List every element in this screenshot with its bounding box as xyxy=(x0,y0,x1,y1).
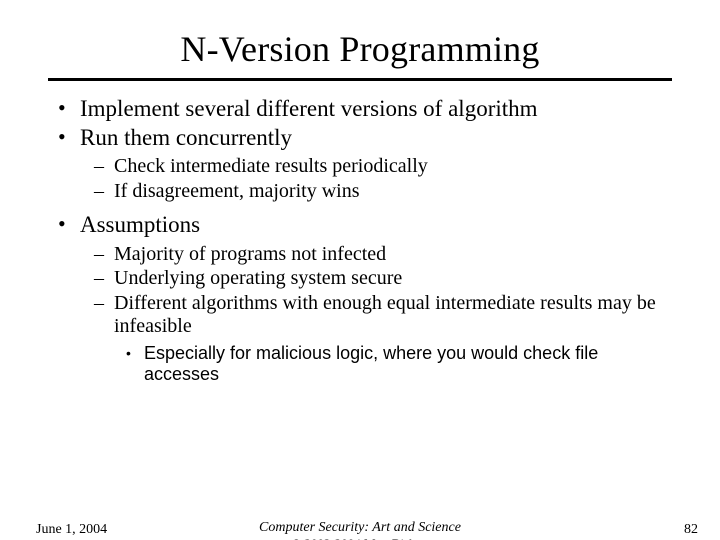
bullet-text: Check intermediate results periodically xyxy=(114,155,428,177)
bullet-level1: Implement several different versions of … xyxy=(36,95,684,122)
bullet-level2: Check intermediate results periodically xyxy=(36,155,684,179)
sub-bullet-group: Majority of programs not infected Underl… xyxy=(36,243,684,386)
bullet-level2: If disagreement, majority wins xyxy=(36,180,684,204)
footer-copyright: © 2002-2004 Matt Bishop xyxy=(0,536,720,540)
title-underline xyxy=(48,78,672,81)
slide-body: Implement several different versions of … xyxy=(36,95,684,385)
subsub-bullet-group: Especially for malicious logic, where yo… xyxy=(36,343,684,385)
bullet-text: Especially for malicious logic, where yo… xyxy=(144,343,598,384)
slide: N-Version Programming Implement several … xyxy=(0,28,720,540)
bullet-text: Implement several different versions of … xyxy=(80,96,538,121)
footer-book-title: Computer Security: Art and Science xyxy=(0,520,720,536)
footer-center: Computer Security: Art and Science © 200… xyxy=(0,520,720,540)
bullet-text: Different algorithms with enough equal i… xyxy=(114,292,656,338)
sub-bullet-group: Check intermediate results periodically … xyxy=(36,155,684,203)
bullet-level3: Especially for malicious logic, where yo… xyxy=(36,343,684,385)
footer-page-number: 82 xyxy=(684,522,698,538)
bullet-level2: Majority of programs not infected xyxy=(36,243,684,267)
bullet-level2: Different algorithms with enough equal i… xyxy=(36,292,684,339)
bullet-text: Run them concurrently xyxy=(80,125,292,150)
bullet-text: Underlying operating system secure xyxy=(114,267,402,289)
slide-footer: June 1, 2004 Computer Security: Art and … xyxy=(0,520,720,540)
bullet-text: Assumptions xyxy=(80,212,200,237)
bullet-level1: Assumptions xyxy=(36,211,684,238)
bullet-level2: Underlying operating system secure xyxy=(36,267,684,291)
bullet-text: If disagreement, majority wins xyxy=(114,180,360,202)
bullet-text: Majority of programs not infected xyxy=(114,243,386,265)
bullet-level1: Run them concurrently xyxy=(36,124,684,151)
slide-title: N-Version Programming xyxy=(0,28,720,70)
